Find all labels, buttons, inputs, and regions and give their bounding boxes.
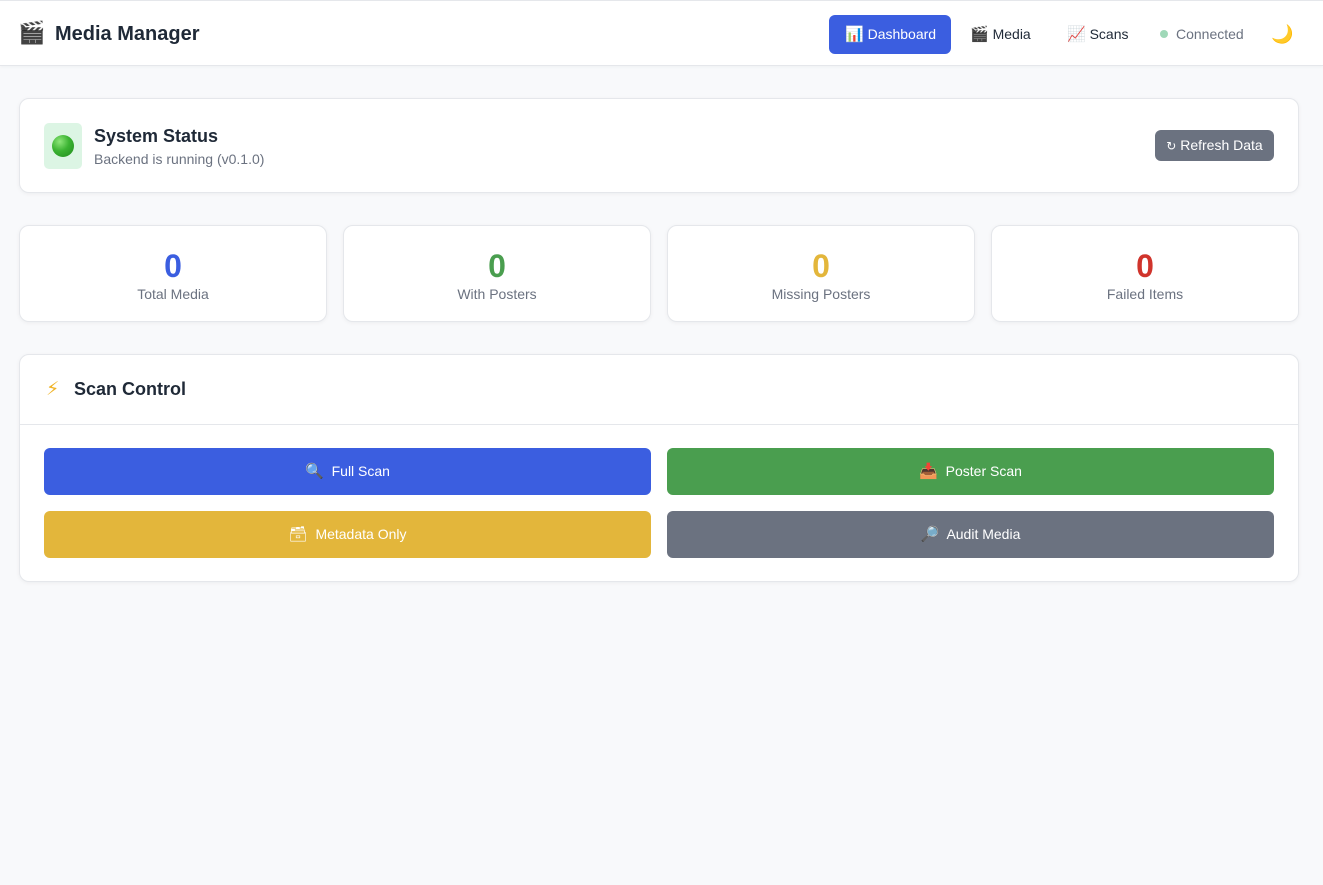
nav-media[interactable]: 🎬 Media: [954, 15, 1050, 54]
bar-chart-icon: 📊: [845, 25, 864, 43]
system-status-subtitle: Backend is running (v0.1.0): [94, 151, 265, 167]
refresh-data-button[interactable]: ↻ Refresh Data: [1155, 130, 1274, 161]
stat-label: Missing Posters: [771, 286, 871, 302]
search-icon: 🔍: [305, 462, 324, 480]
inbox-tray-icon: 📥: [919, 462, 938, 480]
main-nav: 📊 Dashboard 🎬 Media 📈 Scans Connected 🌙: [0, 15, 1323, 54]
connection-status: Connected: [1176, 26, 1244, 42]
poster-scan-button[interactable]: 📥 Poster Scan: [667, 448, 1274, 495]
stat-value: 0: [164, 248, 182, 284]
stat-card-total-media: 0 Total Media: [19, 225, 327, 322]
system-status-card: System Status Backend is running (v0.1.0…: [19, 98, 1299, 193]
full-scan-button[interactable]: 🔍 Full Scan: [44, 448, 651, 495]
stat-value: 0: [488, 248, 506, 284]
stat-card-failed-items: 0 Failed Items: [991, 225, 1299, 322]
connection-status-dot: [1160, 30, 1168, 38]
nav-media-label: Media: [992, 26, 1031, 42]
stat-card-missing-posters: 0 Missing Posters: [667, 225, 975, 322]
lightning-icon: ⚡: [46, 378, 60, 400]
status-indicator: [44, 123, 82, 169]
audit-media-button[interactable]: 🔎 Audit Media: [667, 511, 1274, 558]
scan-control-card: ⚡ Scan Control 🔍 Full Scan 📥 Poster Scan…: [19, 354, 1299, 582]
top-navbar: 🎬 Media Manager 📊 Dashboard 🎬 Media 📈 Sc…: [0, 0, 1323, 66]
refresh-data-label: Refresh Data: [1180, 137, 1263, 153]
card-file-box-icon: 🗃: [288, 525, 308, 543]
nav-dashboard[interactable]: 📊 Dashboard: [829, 15, 951, 54]
stat-card-with-posters: 0 With Posters: [343, 225, 651, 322]
trend-chart-icon: 📈: [1067, 25, 1086, 43]
scan-control-header: ⚡ Scan Control: [20, 355, 1298, 425]
nav-scans-label: Scans: [1089, 26, 1129, 42]
metadata-only-label: Metadata Only: [315, 526, 407, 542]
poster-scan-label: Poster Scan: [945, 463, 1022, 479]
nav-dashboard-label: Dashboard: [867, 26, 937, 42]
moon-icon[interactable]: 🌙: [1271, 15, 1293, 54]
stat-value: 0: [1136, 248, 1154, 284]
refresh-icon: ↻: [1166, 139, 1177, 153]
green-circle-icon: [52, 135, 74, 157]
stat-value: 0: [812, 248, 830, 284]
stat-label: Failed Items: [1106, 286, 1184, 302]
metadata-only-button[interactable]: 🗃 Metadata Only: [44, 511, 651, 558]
scan-control-title: Scan Control: [74, 379, 187, 399]
audit-media-label: Audit Media: [946, 526, 1021, 542]
magnifier-right-icon: 🔎: [920, 525, 940, 543]
stat-label: With Posters: [457, 286, 537, 302]
system-status-title: System Status: [94, 126, 219, 146]
nav-scans[interactable]: 📈 Scans: [1051, 15, 1147, 54]
clapperboard-icon: 🎬: [970, 25, 989, 43]
stat-label: Total Media: [137, 286, 209, 302]
full-scan-label: Full Scan: [331, 463, 390, 479]
